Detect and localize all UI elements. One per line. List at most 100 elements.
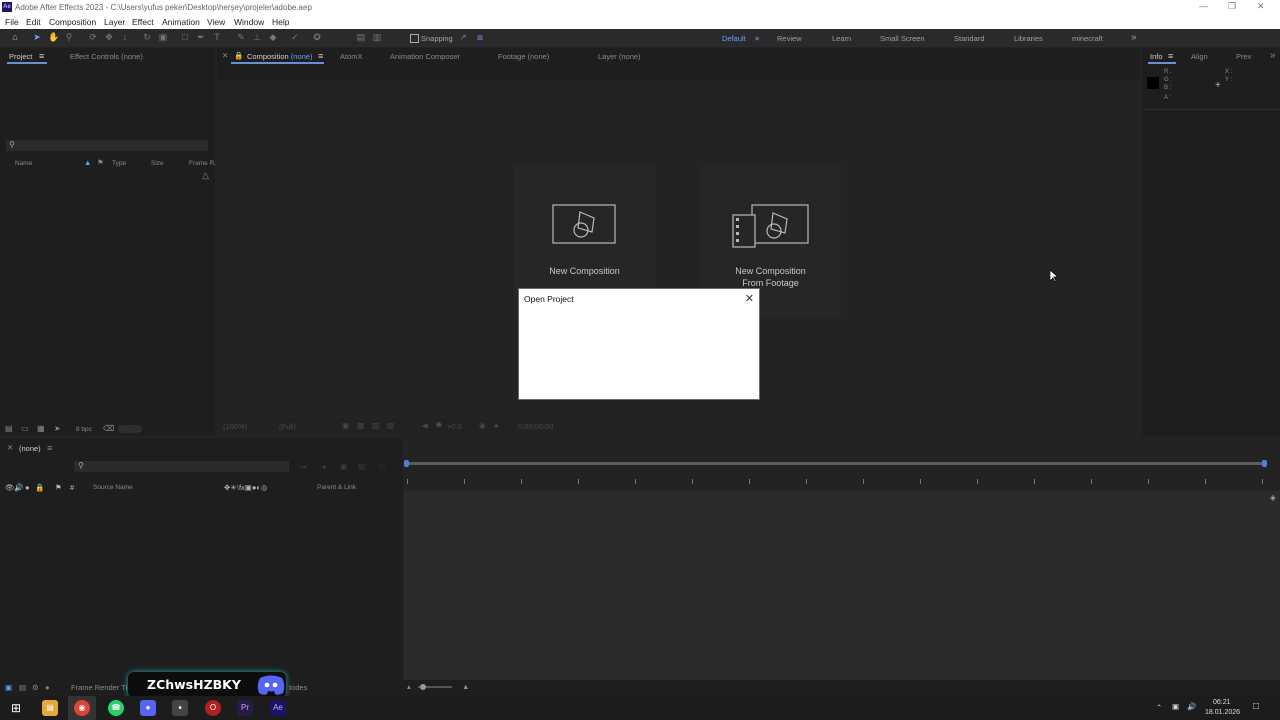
tab-animation-composer[interactable]: Animation Composer — [390, 52, 460, 61]
snapshot-icon[interactable]: ◉ — [479, 421, 486, 430]
audio-icon[interactable]: 🔊 — [14, 483, 23, 492]
column-name[interactable]: Name — [15, 160, 32, 167]
opera-icon[interactable]: O — [205, 700, 221, 716]
windows-start-icon[interactable]: ⊞ — [8, 700, 24, 716]
zoom-out-icon[interactable]: ▴ — [407, 682, 411, 691]
workspace-standard[interactable]: Standard — [954, 34, 984, 43]
interpret-footage-icon[interactable]: ▤ — [5, 424, 13, 433]
pen-tool-icon[interactable]: ✒ — [196, 32, 206, 42]
frame-blending-icon[interactable]: ▤ — [358, 462, 365, 471]
tab-composition[interactable]: Composition (none) — [247, 52, 312, 61]
chrome-icon[interactable]: ◉ — [74, 700, 90, 716]
sort-ascending-icon[interactable]: ▲ — [84, 158, 91, 167]
comp-flowchart-icon[interactable]: ↝ — [300, 462, 306, 471]
zoom-slider-thumb[interactable] — [420, 684, 426, 690]
work-area-start-handle[interactable] — [404, 460, 409, 467]
project-search-input[interactable]: ⚲ — [6, 140, 208, 151]
work-area-bar[interactable] — [406, 462, 1266, 465]
tab-footage[interactable]: Footage (none) — [498, 52, 549, 61]
menu-animation[interactable]: Animation — [162, 17, 200, 27]
volume-icon[interactable]: 🔊 — [1187, 702, 1196, 711]
work-area-end-handle[interactable] — [1262, 460, 1267, 467]
puppet-tool-icon[interactable]: ✪ — [312, 32, 322, 42]
zoom-in-icon[interactable]: ▲ — [462, 682, 469, 691]
show-hidden-icons-icon[interactable]: ⌃ — [1156, 703, 1162, 712]
tab-layer[interactable]: Layer (none) — [598, 52, 641, 61]
clock-date[interactable]: 18.01.2026 — [1205, 709, 1240, 716]
clone-stamp-tool-icon[interactable]: ⊥ — [252, 32, 262, 42]
render-time-toggle-icon[interactable]: ● — [45, 683, 50, 692]
exposure-value[interactable]: +0.0 — [447, 422, 462, 431]
switches-icon[interactable]: ✥✳⧵fx▣●◐◎ — [224, 483, 267, 493]
workspace-libraries[interactable]: Libraries — [1014, 34, 1043, 43]
menu-edit[interactable]: Edit — [26, 17, 41, 27]
selection-tool-icon[interactable]: ➤ — [32, 32, 42, 42]
workspace-default[interactable]: Default — [722, 34, 746, 43]
hand-tool-icon[interactable]: ✋ — [48, 32, 59, 42]
bpc-label[interactable]: 8 bpc — [76, 426, 92, 433]
timeline-search-input[interactable]: ⚲ — [74, 461, 289, 472]
app-taskbar-icon[interactable]: ■ — [172, 700, 188, 716]
align-icon[interactable]: ▤ — [356, 32, 366, 42]
draft-3d-icon[interactable]: ● — [322, 462, 327, 471]
resolution-dropdown[interactable]: (Full) — [279, 422, 296, 431]
home-icon[interactable]: ⌂ — [10, 32, 20, 42]
in-out-toggle-icon[interactable]: ⚙ — [32, 683, 39, 692]
tab-info[interactable]: Info — [1150, 52, 1163, 61]
transparency-grid-icon[interactable]: ▦ — [357, 421, 364, 430]
shy-layers-icon[interactable]: ▣ — [340, 462, 347, 471]
notifications-icon[interactable]: □ — [1253, 701, 1259, 712]
label-icon[interactable]: ⚑ — [55, 483, 62, 492]
minimize-icon[interactable]: — — [1199, 1, 1208, 11]
close-icon[interactable]: ✕ — [1257, 1, 1265, 12]
network-icon[interactable]: ▣ — [1172, 702, 1179, 711]
dolly-tool-icon[interactable]: ↓ — [120, 32, 130, 42]
tab-preview[interactable]: Prev — [1236, 52, 1251, 61]
magnification-dropdown[interactable]: (100%) — [223, 422, 247, 431]
flowchart-icon[interactable]: △ — [202, 170, 209, 181]
menu-file[interactable]: File — [5, 17, 19, 27]
thumbnail-slider[interactable] — [118, 425, 142, 433]
zoom-tool-icon[interactable]: ⚲ — [64, 32, 74, 42]
premiere-pro-icon[interactable]: Pr — [237, 700, 253, 716]
workspace-menu-icon[interactable]: ≡ — [755, 34, 759, 43]
menu-view[interactable]: View — [207, 17, 225, 27]
menu-help[interactable]: Help — [272, 17, 289, 27]
show-channel-icon[interactable]: ● — [494, 421, 499, 430]
rectangle-tool-icon[interactable]: □ — [180, 32, 190, 42]
roto-brush-tool-icon[interactable]: ✓ — [290, 32, 300, 42]
new-folder-icon[interactable]: ▭ — [21, 424, 29, 433]
whatsapp-icon[interactable]: ☎ — [108, 700, 124, 716]
orbit-tool-icon[interactable]: ⟳ — [88, 32, 98, 42]
more-panels-icon[interactable]: » — [1270, 50, 1276, 61]
tab-project[interactable]: Project — [9, 52, 32, 61]
distribute-icon[interactable]: ▥ — [372, 32, 382, 42]
workspace-minecraft[interactable]: minecraft — [1072, 34, 1103, 43]
tab-align[interactable]: Align — [1191, 52, 1208, 61]
transfer-controls-toggle-icon[interactable]: ▤ — [19, 683, 26, 692]
rotate-tool-icon[interactable]: ↻ — [142, 32, 152, 42]
restore-icon[interactable]: ❐ — [1228, 1, 1236, 12]
source-name-column[interactable]: Source Name — [93, 484, 133, 491]
tab-effect-controls[interactable]: Effect Controls (none) — [70, 52, 143, 61]
column-type[interactable]: Type — [112, 160, 126, 167]
info-menu-icon[interactable]: ≡ — [1168, 51, 1173, 61]
region-of-interest-icon[interactable]: ▣ — [342, 421, 349, 430]
workspace-small-screen[interactable]: Small Screen — [880, 34, 925, 43]
dialog-close-icon[interactable]: ✕ — [745, 292, 754, 305]
discord-taskbar-icon[interactable]: ● — [140, 700, 156, 716]
adjust-project-icon[interactable]: ➤ — [54, 424, 61, 433]
lock-icon[interactable]: 🔒 — [35, 483, 44, 492]
menu-window[interactable]: Window — [234, 17, 264, 27]
trash-icon[interactable]: ⌫ — [103, 424, 114, 433]
layer-switches-toggle-icon[interactable]: ▣ — [5, 683, 12, 692]
comp-button-icon[interactable]: ◈ — [1270, 493, 1276, 502]
lock-icon[interactable]: 🔒 — [234, 51, 243, 60]
tab-atomx[interactable]: AtomX — [340, 52, 363, 61]
graph-editor-icon[interactable]: □ — [380, 462, 385, 471]
after-effects-taskbar-icon[interactable]: Ae — [270, 700, 286, 716]
new-composition-icon[interactable]: ▦ — [37, 424, 45, 433]
snapping-checkbox[interactable] — [410, 34, 419, 43]
anchor-tool-icon[interactable]: ▣ — [158, 32, 168, 42]
close-tab-icon[interactable]: ✕ — [222, 51, 228, 60]
